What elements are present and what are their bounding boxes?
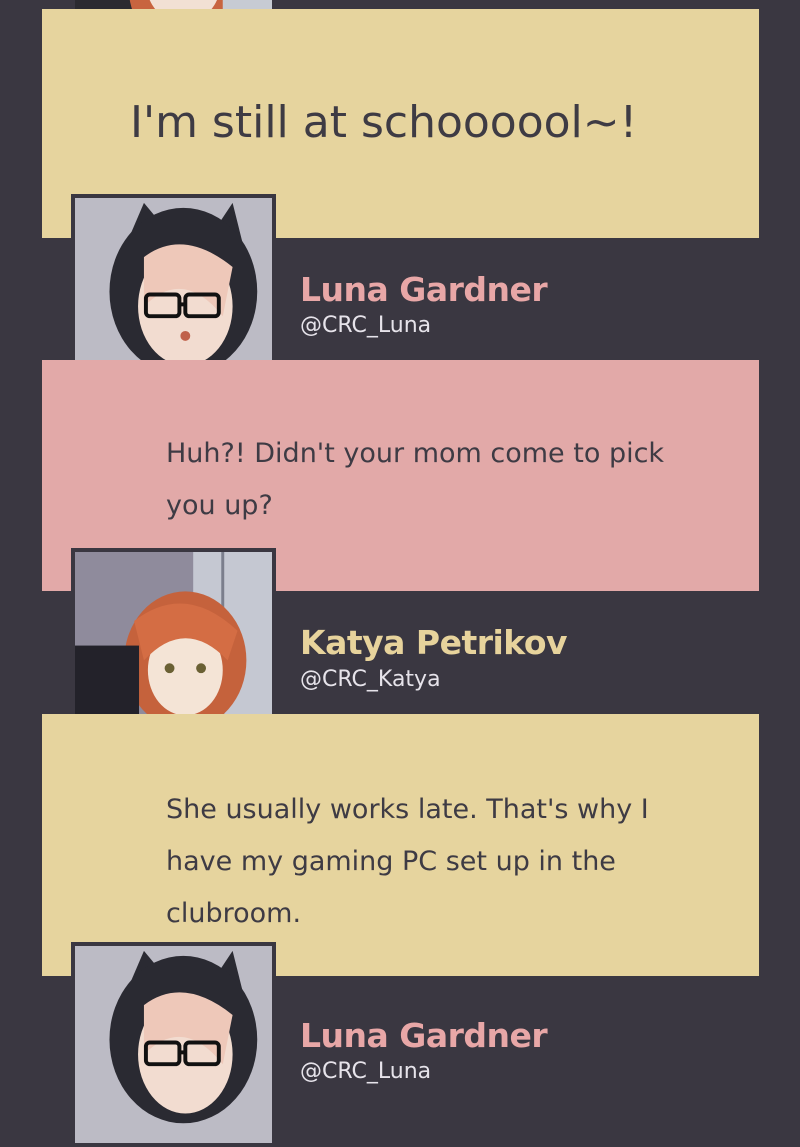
message-text: I'm still at schoooool~!: [130, 97, 638, 148]
message-text: Huh?! Didn't your mom come to pick you u…: [166, 438, 665, 521]
avatar-luna[interactable]: [71, 942, 276, 1147]
author-name[interactable]: Luna Gardner: [300, 270, 548, 309]
author-handle[interactable]: @CRC_Katya: [300, 667, 441, 692]
author-handle[interactable]: @CRC_Luna: [300, 1059, 431, 1084]
message-bubble: She usually works late. That's why I hav…: [42, 714, 759, 976]
author-name[interactable]: Katya Petrikov: [300, 623, 568, 662]
author-name[interactable]: Luna Gardner: [300, 1016, 548, 1055]
message-text: She usually works late. That's why I hav…: [166, 794, 649, 929]
author-handle[interactable]: @CRC_Luna: [300, 313, 431, 338]
cat-hood-glasses-girl-avatar-icon: [75, 946, 272, 1143]
